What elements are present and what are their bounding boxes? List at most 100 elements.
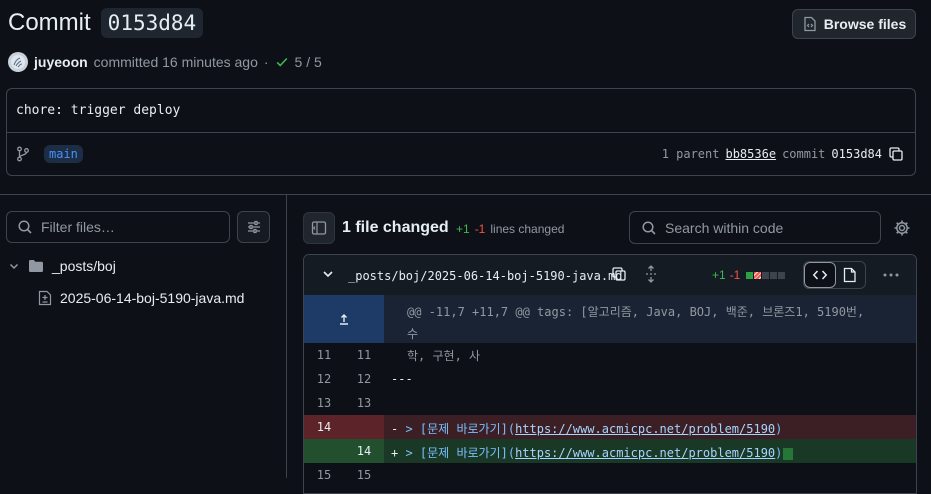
git-branch-icon xyxy=(16,146,30,162)
new-line-number[interactable]: 14 xyxy=(344,439,384,463)
diffstat-blocks xyxy=(746,271,786,279)
new-line-number[interactable]: 15 xyxy=(344,468,384,482)
commit-box: chore: trigger deploy main 1 parent bb85… xyxy=(6,88,916,176)
commit-label: commit xyxy=(782,147,826,161)
old-line-number[interactable] xyxy=(304,439,344,463)
filter-files-input[interactable] xyxy=(41,219,211,235)
diff-stat: +1 -1 xyxy=(712,268,786,282)
commit-time: committed 16 minutes ago xyxy=(93,54,258,70)
folder-label: _posts/boj xyxy=(52,258,116,274)
diffstat-block xyxy=(762,271,770,279)
diff-row: 11 11 xyxy=(304,343,916,367)
code-suffix: ) xyxy=(775,446,783,460)
trailing-whitespace-marker xyxy=(783,447,794,460)
file-icon xyxy=(843,267,857,283)
expand-all-icon[interactable] xyxy=(644,265,658,283)
new-line-number[interactable]: 11 xyxy=(344,348,384,362)
diffstat-block xyxy=(770,271,778,279)
page-title: Commit 0153d84 xyxy=(8,8,204,38)
diff-code: --- xyxy=(391,372,413,386)
diff-code: + > [문제 바로가기](https://www.acmicpc.net/pr… xyxy=(391,444,794,461)
additions-count: +1 xyxy=(456,222,470,236)
search-icon xyxy=(17,219,33,235)
new-line-number[interactable]: 13 xyxy=(344,396,384,410)
code-icon xyxy=(812,267,828,283)
code-suffix: ) xyxy=(775,422,783,436)
hunk-line-1: @@ -11,7 +11,7 @@ tags: [알고리즘, Java, BOJ… xyxy=(407,305,865,341)
view-toggle xyxy=(803,261,866,289)
commit-divider xyxy=(7,132,915,133)
check-icon[interactable] xyxy=(275,55,289,69)
code-prefix: > [문제 바로가기]( xyxy=(398,422,516,436)
page-divider xyxy=(0,194,931,195)
diff-row: 13 13 xyxy=(304,391,916,415)
toggle-sidebar-button[interactable] xyxy=(303,212,335,244)
filter-settings-button[interactable] xyxy=(237,211,270,243)
diffstat-block xyxy=(746,271,754,279)
sidebar-collapse-icon xyxy=(311,220,327,236)
diff-code: - > [문제 바로가기](https://www.acmicpc.net/pr… xyxy=(391,420,782,437)
diff-file-path[interactable]: _posts/boj/2025-06-14-boj-5190-java.md xyxy=(348,269,623,283)
branch-badge[interactable]: main xyxy=(44,145,83,163)
chevron-down-icon xyxy=(8,260,20,272)
commit-meta: juyeoon committed 16 minutes ago · 5 / 5 xyxy=(8,52,322,72)
deletions-count: -1 xyxy=(474,222,486,236)
old-line-number[interactable]: 13 xyxy=(304,396,344,410)
search-icon xyxy=(641,220,657,236)
new-line-number[interactable]: 12 xyxy=(344,372,384,386)
meta-separator: · xyxy=(263,54,269,70)
file-diff-icon xyxy=(38,290,52,306)
file-view-button[interactable] xyxy=(836,262,866,288)
commit-sha: 0153d84 xyxy=(831,147,882,161)
diff-panel: _posts/boj/2025-06-14-boj-5190-java.md +… xyxy=(303,254,917,494)
code-url: https://www.acmicpc.net/problem/5190 xyxy=(515,446,776,460)
gear-icon[interactable] xyxy=(893,219,911,237)
lines-changed: +1 -1 lines changed xyxy=(456,222,564,236)
diff-additions: +1 xyxy=(712,268,726,282)
diff-deletions: -1 xyxy=(729,268,741,282)
sliders-icon xyxy=(246,219,262,235)
diff-file-header: _posts/boj/2025-06-14-boj-5190-java.md +… xyxy=(304,255,916,296)
avatar[interactable] xyxy=(8,52,28,72)
diffstat-block xyxy=(754,271,762,279)
diffstat-block xyxy=(778,271,786,279)
parent-label: 1 parent xyxy=(661,147,720,161)
code-view-button[interactable] xyxy=(804,262,836,288)
old-line-number[interactable]: 11 xyxy=(304,348,344,362)
chevron-down-icon[interactable] xyxy=(321,267,335,281)
old-line-number[interactable]: 12 xyxy=(304,372,344,386)
tree-folder[interactable]: _posts/boj xyxy=(8,258,116,274)
parent-sha-link[interactable]: bb8536e xyxy=(725,147,776,161)
old-line-number[interactable]: 15 xyxy=(304,468,344,482)
kebab-menu-icon[interactable] xyxy=(883,273,899,277)
old-line-number[interactable]: 14 xyxy=(304,415,344,439)
diff-row-added: 14 + > [문제 바로가기](https://www.acmicpc.net… xyxy=(304,439,916,463)
files-changed-count: 1 file changed xyxy=(342,219,449,236)
diff-row-deleted: 14 - > [문제 바로가기](https://www.acmicpc.net… xyxy=(304,415,916,439)
file-code-icon xyxy=(802,16,818,32)
tree-file[interactable]: 2025-06-14-boj-5190-java.md xyxy=(38,290,244,306)
copy-icon[interactable] xyxy=(888,146,904,162)
browse-files-button[interactable]: Browse files xyxy=(792,9,916,39)
search-code-input[interactable] xyxy=(665,219,865,236)
copy-icon[interactable] xyxy=(611,266,627,282)
code-url: https://www.acmicpc.net/problem/5190 xyxy=(515,422,776,436)
expand-up-button[interactable] xyxy=(304,295,384,343)
lines-changed-label: lines changed xyxy=(490,222,565,236)
file-label: 2025-06-14-boj-5190-java.md xyxy=(60,290,245,306)
commit-hash: 0153d84 xyxy=(100,8,204,38)
folder-icon xyxy=(28,259,44,273)
filter-files-field[interactable] xyxy=(6,211,230,243)
diff-row: 12 12 --- xyxy=(304,367,916,391)
diff-row: 15 15 xyxy=(304,463,916,487)
code-prefix: > [문제 바로가기]( xyxy=(398,446,516,460)
page-title-label: Commit xyxy=(8,9,91,36)
new-line-number[interactable] xyxy=(344,415,384,439)
sidebar-divider xyxy=(286,195,287,478)
checks-count[interactable]: 5 / 5 xyxy=(295,54,322,70)
hunk-header: @@ -11,7 +11,7 @@ tags: [알고리즘, Java, BOJ… xyxy=(304,295,916,363)
author-link[interactable]: juyeoon xyxy=(34,54,88,70)
commit-message: chore: trigger deploy xyxy=(16,103,181,118)
expand-up-icon xyxy=(337,312,351,326)
search-code-field[interactable] xyxy=(629,211,881,244)
